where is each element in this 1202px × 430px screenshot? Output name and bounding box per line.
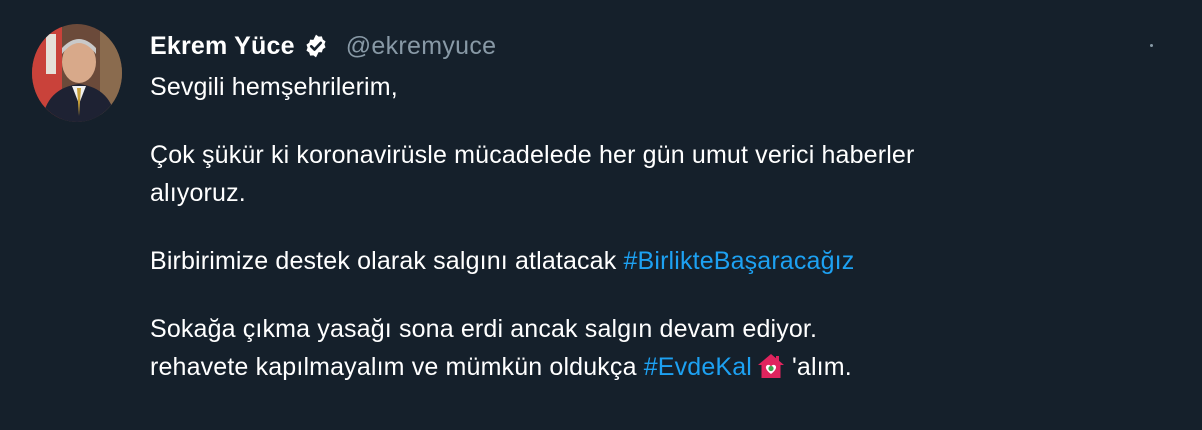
hashtag-evdekal[interactable]: #EvdeKal [644,353,752,381]
profile-photo-icon [32,24,122,122]
tweet-header: Ekrem Yüce @ekremyuce [150,26,496,66]
tweet-line: Sevgili hemşehrilerim, [150,73,398,101]
hashtag-birliktebasaracagiz[interactable]: #BirlikteBaşaracağız [623,247,854,275]
tweet-text: Sevgili hemşehrilerim, Çok şükür ki koro… [150,68,1150,386]
tweet-text-segment: 'alım. [791,353,852,381]
tweet-line: Sokağa çıkma yasağı sona erdi ancak salg… [150,315,818,343]
author-handle[interactable]: @ekremyuce [346,32,497,61]
tweet-card: Ekrem Yüce @ekremyuce Sevgili hemşehrile… [0,0,1202,430]
verified-badge-icon [306,34,326,58]
tweet-line: rehavete kapılmayalım ve mümkün oldukça … [150,348,1150,386]
tweet-line: Birbirimize destek olarak salgını atlata… [150,242,1150,280]
avatar[interactable] [32,24,122,122]
house-with-heart-emoji-icon [757,354,784,378]
tweet-text-segment: rehavete kapılmayalım ve mümkün oldukça [150,353,644,381]
more-options-icon[interactable] [1150,44,1154,48]
tweet-line: alıyoruz. [150,179,246,207]
author-name[interactable]: Ekrem Yüce [150,32,295,61]
tweet-line: Çok şükür ki koronavirüsle mücadelede he… [150,141,915,169]
tweet-text-segment: Birbirimize destek olarak salgını atlata… [150,247,624,275]
